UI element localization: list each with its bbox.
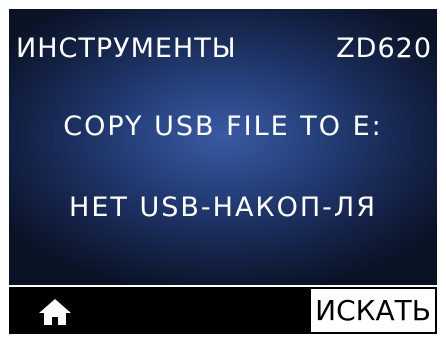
menu-option-label: COPY USB FILE TO E: [63,111,383,142]
search-button[interactable]: ИСКАТЬ [311,289,435,332]
home-icon [39,299,71,325]
softkey-bar: ИСКАТЬ [9,287,437,334]
lcd-screen: ИНСТРУМЕНТЫ ZD620 COPY USB FILE TO E: НЕ… [9,9,437,334]
printer-bezel: ИНСТРУМЕНТЫ ZD620 COPY USB FILE TO E: НЕ… [0,0,446,343]
home-button[interactable] [37,297,73,327]
status-message: НЕТ USB-НАКОП-ЛЯ [69,192,377,223]
printer-model: ZD620 [336,33,432,64]
menu-title: ИНСТРУМЕНТЫ [16,33,237,64]
